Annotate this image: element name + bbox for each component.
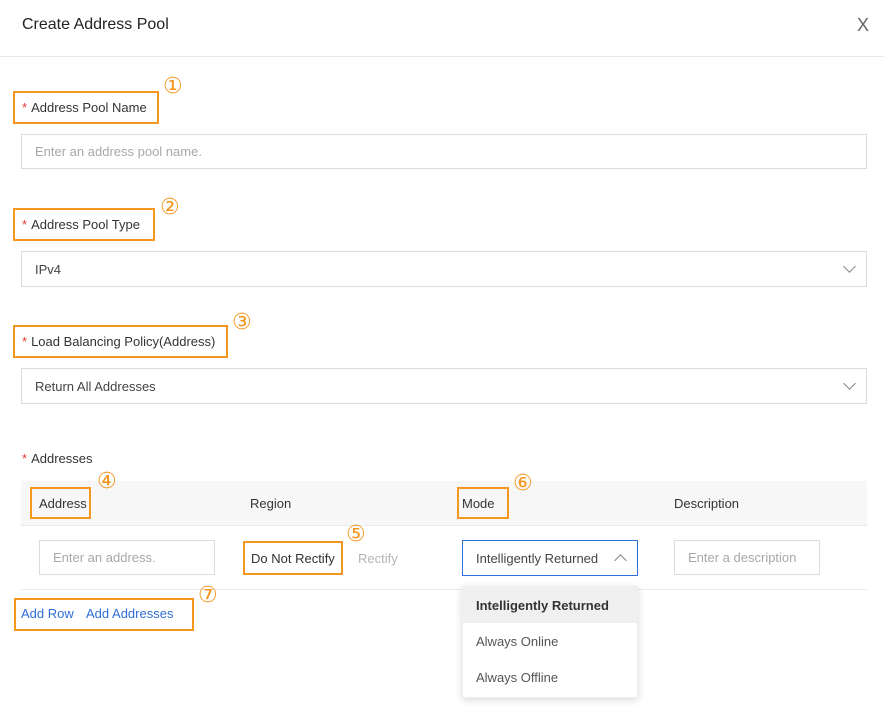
- annotation-number-7: ⑦: [198, 583, 218, 608]
- pool-type-label: * Address Pool Type: [22, 217, 140, 232]
- region-rectify[interactable]: Rectify: [358, 551, 398, 566]
- chevron-up-icon: [614, 554, 627, 567]
- address-input[interactable]: [39, 540, 215, 575]
- column-header-mode: Mode: [462, 496, 495, 511]
- annotation-number-1: ①: [163, 74, 183, 99]
- close-icon[interactable]: X: [854, 15, 872, 35]
- pool-type-value: IPv4: [35, 261, 62, 277]
- annotation-number-6: ⑥: [513, 471, 533, 496]
- add-row-link[interactable]: Add Row: [21, 606, 74, 621]
- lb-policy-value: Return All Addresses: [35, 378, 156, 394]
- required-marker: *: [22, 217, 28, 232]
- annotation-number-5: ⑤: [346, 522, 366, 547]
- required-marker: *: [22, 100, 28, 115]
- pool-name-label: * Address Pool Name: [22, 100, 147, 115]
- region-do-not-rectify[interactable]: Do Not Rectify: [245, 542, 341, 574]
- pool-type-select[interactable]: IPv4: [21, 251, 867, 287]
- row-divider: [21, 589, 867, 590]
- add-addresses-link[interactable]: Add Addresses: [86, 606, 173, 621]
- mode-option-always-offline[interactable]: Always Offline: [463, 659, 637, 695]
- mode-option-intelligently-returned[interactable]: Intelligently Returned: [463, 587, 637, 623]
- chevron-down-icon: [843, 260, 856, 273]
- column-header-description: Description: [674, 496, 740, 511]
- mode-value: Intelligently Returned: [476, 550, 599, 566]
- required-marker: *: [22, 451, 28, 466]
- addresses-label: * Addresses: [22, 451, 93, 466]
- mode-option-always-online[interactable]: Always Online: [463, 623, 637, 659]
- chevron-down-icon: [843, 377, 856, 390]
- column-header-address: Address: [39, 496, 87, 511]
- lb-policy-select[interactable]: Return All Addresses: [21, 368, 867, 404]
- annotation-number-4: ④: [97, 469, 117, 494]
- required-marker: *: [22, 334, 28, 349]
- mode-dropdown-menu: Intelligently Returned Always Online Alw…: [462, 586, 638, 698]
- description-input[interactable]: [674, 540, 820, 575]
- annotation-number-3: ③: [232, 310, 252, 335]
- annotation-number-2: ②: [160, 195, 180, 220]
- dialog-title: Create Address Pool: [22, 16, 169, 33]
- column-header-region: Region: [250, 496, 292, 511]
- lb-policy-label: * Load Balancing Policy(Address): [22, 334, 216, 349]
- pool-name-input[interactable]: [21, 134, 867, 169]
- mode-select[interactable]: Intelligently Returned: [462, 540, 638, 576]
- addresses-table-header: [21, 481, 867, 526]
